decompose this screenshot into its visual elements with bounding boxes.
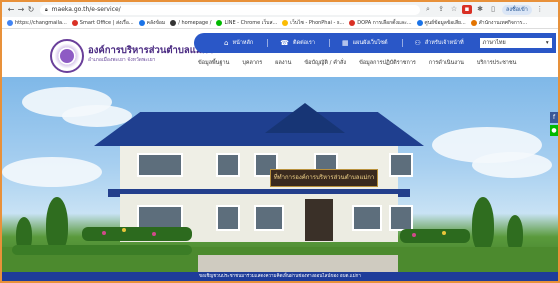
bookmark-item[interactable]: Smart Office | ส่งเรื่อ... (71, 19, 134, 27)
bookmark-item[interactable]: https://changmaila... (7, 19, 67, 26)
facebook-icon[interactable]: f (550, 112, 558, 123)
bookmark-favicon-icon (470, 19, 477, 26)
line-icon[interactable]: ● (550, 125, 558, 136)
grid-icon: ▦ (341, 39, 349, 47)
nav-item[interactable]: ข้อมูลพื้นฐาน (198, 59, 229, 67)
bookmark-item[interactable]: / homepage / (170, 19, 211, 26)
phone-icon: ☎ (280, 39, 289, 47)
hero-banner-image: ที่ทำการองค์การบริหารส่วนตำบลแม่กา f ● (2, 77, 558, 272)
announcement-bar: ขอเชิญชวนประชาชนมาร่วมแสดงความคิดเห็นผ่า… (2, 272, 558, 281)
star-icon[interactable]: ☆ (449, 5, 459, 14)
bookmarks-bar: https://changmaila... Smart Office | ส่งเ… (2, 17, 558, 29)
home-icon: ⌂ (224, 39, 229, 47)
bookmark-favicon-icon (7, 19, 13, 26)
share-icon[interactable]: ⇪ (436, 5, 446, 14)
bookmark-item[interactable]: คลังข้อม (138, 19, 165, 27)
url-text: maeka.go.th/e-service/ (51, 6, 121, 13)
bookmark-favicon-icon (71, 19, 78, 26)
building-roof (94, 112, 424, 146)
nav-item[interactable]: บุคลากร (242, 59, 262, 67)
nav-item[interactable]: ข้อมูลการปฏิบัติราชการ (359, 59, 416, 67)
lock-icon: 🔒︎ (45, 6, 48, 13)
top-menu-home[interactable]: ⌂ หน้าหลัก (224, 39, 253, 47)
org-subtitle: อำเภอเมืองพะเยา จังหวัดพะเยา (88, 57, 156, 63)
bookmark-item[interactable]: DOPA การเลือกตั้งและ... (349, 19, 412, 27)
browser-window: ← → ↻ 🔒︎ maeka.go.th/e-service/ ⌕ ⇪ ☆ ▪ … (0, 0, 560, 283)
building-door (305, 199, 333, 241)
announcement-text: ขอเชิญชวนประชาชนมาร่วมแสดงความคิดเห็นผ่า… (199, 274, 361, 279)
bookmark-item[interactable]: เว็บไซ - PhonPhai - s... (282, 19, 344, 27)
top-menu-contact[interactable]: ☎ ติดต่อเรา (267, 39, 315, 47)
bookmark-favicon-icon (170, 19, 177, 26)
sidepanel-icon[interactable]: ▯ (488, 5, 498, 14)
menu-icon[interactable]: ⋮ (535, 5, 545, 14)
bookmark-favicon-icon (282, 19, 289, 26)
nav-item[interactable]: การดำเนินงาน (429, 59, 464, 67)
language-select[interactable]: ภาษาไทย ▾ (479, 38, 552, 48)
bookmark-item[interactable]: ศูนย์ข้อมูลข้อเสีย... (416, 19, 466, 27)
chevron-down-icon: ▾ (545, 40, 549, 46)
site-header: องค์การบริหารส่วนตำบลแม่กา อำเภอเมืองพะเ… (2, 29, 558, 75)
top-menu-staff[interactable]: ⚇ สำหรับเจ้าหน้าที่ (401, 39, 464, 47)
nav-item[interactable]: ผลงาน (275, 59, 291, 67)
top-menu-sitemap[interactable]: ▦ แผนผังเว็บไซต์ (328, 39, 388, 47)
extension-red-icon[interactable]: ▪ (462, 5, 472, 14)
bookmark-favicon-icon (349, 19, 356, 26)
nav-item[interactable]: บริการประชาชน (477, 59, 517, 67)
back-icon[interactable]: ← (6, 5, 16, 14)
building-sign: ที่ทำการองค์การบริหารส่วนตำบลแม่กา (270, 169, 378, 187)
address-bar[interactable]: 🔒︎ maeka.go.th/e-service/ (40, 4, 420, 15)
nav-item[interactable]: ข้อบัญญัติ / คำสั่ง (304, 59, 346, 67)
bookmark-item[interactable]: LINE - Chrome เว็บส... (216, 19, 277, 27)
bookmark-favicon-icon (416, 19, 423, 26)
forward-icon[interactable]: → (16, 5, 26, 14)
bookmark-item[interactable]: สำนักงานเทศกิจการ... (470, 19, 527, 27)
users-icon: ⚇ (414, 39, 421, 47)
extension-icon[interactable]: ✱ (475, 5, 485, 14)
zoom-icon[interactable]: ⌕ (423, 5, 433, 14)
profile-button[interactable]: ลงชื่อเข้า (502, 4, 532, 15)
reload-icon[interactable]: ↻ (26, 5, 36, 14)
browser-toolbar: ← → ↻ 🔒︎ maeka.go.th/e-service/ ⌕ ⇪ ☆ ▪ … (2, 2, 558, 17)
main-nav: ข้อมูลพื้นฐาน บุคลากร ผลงาน ข้อบัญญัติ /… (198, 59, 529, 67)
org-logo[interactable] (50, 39, 84, 73)
bookmark-favicon-icon (216, 19, 223, 26)
top-menu-bar: ⌂ หน้าหลัก ☎ ติดต่อเรา ▦ แผนผังเว็บไซต์ … (194, 33, 556, 53)
bookmark-favicon-icon (138, 19, 145, 26)
